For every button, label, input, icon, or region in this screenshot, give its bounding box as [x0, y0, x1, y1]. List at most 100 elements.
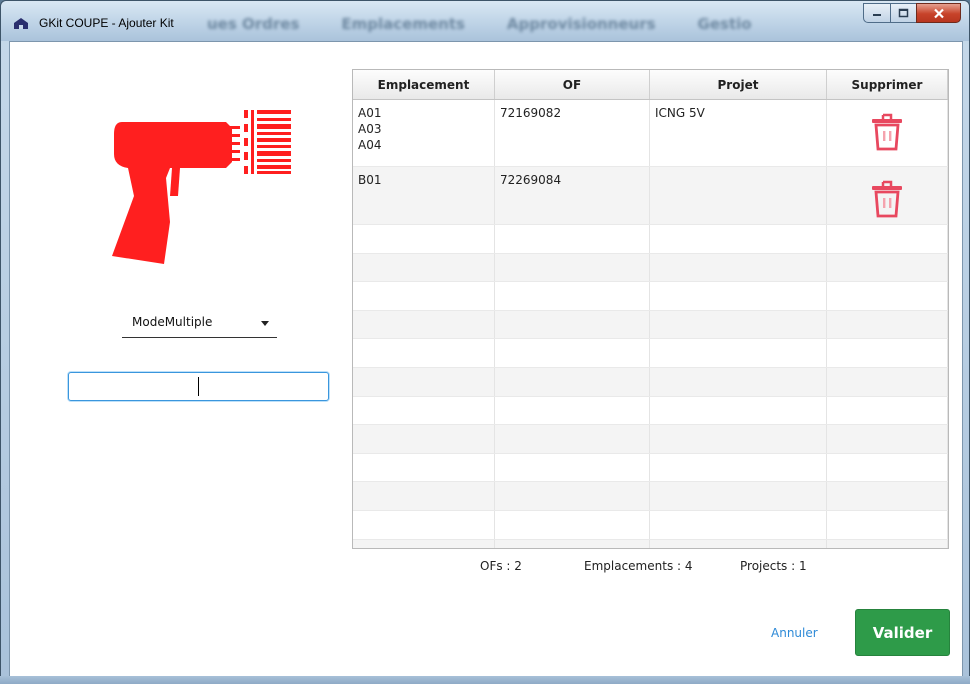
mode-dropdown-value: ModeMultiple	[132, 315, 213, 329]
empty-row	[353, 367, 948, 397]
empty-cell	[353, 510, 495, 539]
trash-icon[interactable]	[869, 178, 905, 218]
kit-table: Emplacement OF Projet Supprimer A01 A03 …	[352, 69, 949, 549]
empty-cell	[353, 482, 495, 510]
empty-cell	[495, 425, 650, 453]
empty-cell	[353, 282, 495, 310]
empty-cell	[650, 282, 827, 310]
empty-row	[353, 282, 948, 311]
of-count: OFs : 2	[480, 559, 522, 573]
column-header-supprimer[interactable]: Supprimer	[827, 70, 948, 99]
empty-row	[353, 310, 948, 340]
emplacement-count: Emplacements : 4	[584, 559, 693, 573]
empty-cell	[650, 225, 827, 253]
empty-row	[353, 396, 948, 426]
empty-cell	[353, 225, 495, 253]
empty-cell	[495, 396, 650, 425]
close-button[interactable]	[916, 3, 961, 23]
title-bar[interactable]: ues Ordres Emplacements Approvisionneurs…	[1, 1, 969, 41]
empty-cell	[495, 510, 650, 539]
empty-cell	[650, 510, 827, 539]
empty-cell	[650, 310, 827, 339]
home-icon	[14, 18, 28, 29]
cell-supprimer	[827, 167, 948, 224]
bg-menu-item: ues Ordres	[207, 15, 300, 33]
bg-menu-item: Approvisionneurs	[506, 15, 656, 33]
empty-cell	[495, 539, 650, 548]
empty-cell	[353, 367, 495, 396]
cell-projet	[650, 167, 827, 224]
empty-cell	[827, 367, 948, 396]
minimize-button[interactable]	[863, 3, 890, 23]
barcode-scanner-icon	[112, 110, 291, 264]
background-menu-bar: ues Ordres Emplacements Approvisionneurs…	[201, 13, 841, 35]
table-body: A01 A03 A04 72169082 ICNG 5V B01 7226908…	[353, 100, 948, 548]
empty-cell	[353, 310, 495, 339]
trash-icon[interactable]	[869, 111, 905, 151]
maximize-icon	[898, 8, 909, 18]
empty-cell	[650, 453, 827, 482]
empty-cell	[650, 539, 827, 548]
cell-supprimer	[827, 100, 948, 166]
empty-cell	[495, 453, 650, 482]
empty-cell	[353, 453, 495, 482]
window-bottom-border	[0, 676, 970, 684]
column-header-projet[interactable]: Projet	[650, 70, 827, 99]
validate-button[interactable]: Valider	[855, 609, 950, 656]
text-cursor	[198, 377, 199, 396]
empty-cell	[353, 396, 495, 425]
empty-cell	[495, 482, 650, 510]
empty-cell	[827, 453, 948, 482]
empty-cell	[827, 425, 948, 453]
empty-row	[353, 453, 948, 483]
close-icon	[933, 8, 944, 18]
table-header: Emplacement OF Projet Supprimer	[353, 70, 948, 100]
bg-menu-item: Gestio	[697, 15, 752, 33]
empty-cell	[827, 510, 948, 539]
empty-row	[353, 253, 948, 283]
cancel-button[interactable]: Annuler	[771, 626, 818, 640]
empty-cell	[827, 482, 948, 510]
empty-cell	[827, 339, 948, 367]
app-window: ues Ordres Emplacements Approvisionneurs…	[0, 0, 970, 684]
empty-cell	[827, 310, 948, 339]
window-controls	[863, 3, 961, 23]
chevron-down-icon	[261, 321, 269, 326]
empty-cell	[495, 225, 650, 253]
cell-emplacement: B01	[353, 167, 495, 224]
project-count: Projects : 1	[740, 559, 807, 573]
bg-menu-item: Emplacements	[341, 15, 465, 33]
empty-cell	[650, 396, 827, 425]
cell-of: 72269084	[495, 167, 650, 224]
empty-cell	[827, 396, 948, 425]
empty-cell	[353, 425, 495, 453]
mode-dropdown[interactable]: ModeMultiple	[122, 308, 277, 338]
empty-cell	[827, 282, 948, 310]
empty-row	[353, 510, 948, 540]
empty-cell	[353, 539, 495, 548]
empty-cell	[650, 253, 827, 282]
table-row[interactable]: B01 72269084	[353, 167, 948, 225]
cell-projet: ICNG 5V	[650, 100, 827, 166]
empty-cell	[650, 339, 827, 367]
empty-cell	[353, 253, 495, 282]
column-header-emplacement[interactable]: Emplacement	[353, 70, 495, 99]
empty-cell	[650, 482, 827, 510]
empty-row	[353, 425, 948, 454]
empty-cell	[495, 339, 650, 367]
empty-cell	[827, 253, 948, 282]
empty-cell	[495, 282, 650, 310]
cell-emplacement: A01 A03 A04	[353, 100, 495, 166]
empty-row	[353, 482, 948, 511]
maximize-button[interactable]	[890, 3, 916, 23]
column-header-of[interactable]: OF	[495, 70, 650, 99]
empty-row	[353, 339, 948, 368]
cell-of: 72169082	[495, 100, 650, 166]
minimize-icon	[873, 14, 881, 16]
window-title: GKit COUPE - Ajouter Kit	[39, 16, 174, 30]
empty-cell	[827, 225, 948, 253]
empty-cell	[495, 367, 650, 396]
dialog-body: ModeMultiple Emplacement OF Projet Suppr…	[9, 41, 963, 677]
empty-cell	[650, 367, 827, 396]
table-row[interactable]: A01 A03 A04 72169082 ICNG 5V	[353, 100, 948, 167]
